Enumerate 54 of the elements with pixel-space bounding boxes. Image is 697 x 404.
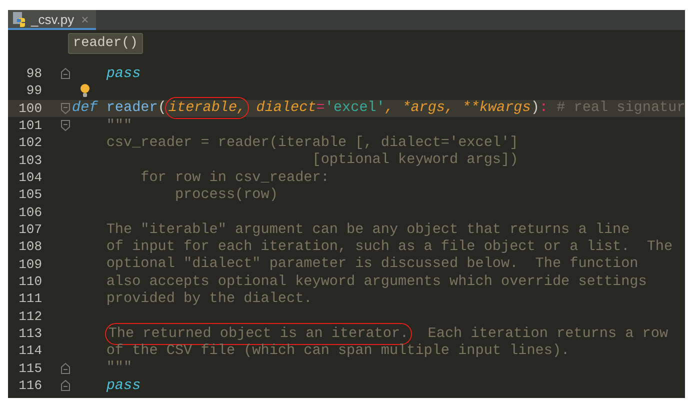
docstring-text: Each iteration returns a row [428,326,668,342]
docstring-text: The "iterable" argument can be any object that returns a line [106,222,630,238]
parameter-text: , *args, **kwargs [384,100,531,116]
fold-icon[interactable] [61,380,70,391]
fold-icon[interactable] [61,102,70,114]
docstring-text: csv_reader = reader(iterable [, dialect='excel'] [106,134,518,151]
docstring-text: provided by the dialect. [106,290,312,307]
lightbulb-icon[interactable] [80,84,90,98]
line-number: 108 [18,239,42,254]
line-number: 112 [18,308,42,324]
operator-text: = [316,100,325,116]
docstring-text: of the CSV file (which can span multiple input lines). [106,342,570,359]
function-name: reader [106,100,158,116]
code-text: ( [158,100,166,116]
line-number: 98 [25,66,42,82]
code-keyword: def [72,100,98,116]
fold-icon[interactable] [61,120,70,131]
docstring-text: process(row) [174,186,278,203]
code-text: ) [530,100,540,116]
docstring-text: for row in csv_reader: [140,170,330,186]
line-number: 111 [18,291,42,306]
operator-text: : [539,100,548,116]
docstring-text: of input for each iteration, such as a file object or a list. The [106,238,673,255]
code-keyword: pass [106,378,141,394]
line-number: 102 [18,135,42,150]
python-file-icon [12,11,28,27]
line-number: 106 [18,204,42,220]
line-number: 110 [18,274,42,290]
circled-code-text: The returned object is an iterator. [108,326,409,342]
line-number: 113 [18,326,42,342]
fold-icon[interactable] [61,68,70,79]
circled-code-text: iterable, [168,100,246,116]
docstring-text: optional "dialect" parameter is discussed below. The function [106,256,638,272]
docstring-text: also accepts optional keyword arguments which override settings [106,274,647,290]
line-number: 100 [18,100,42,116]
docstring-text: """ [106,360,132,376]
line-number: 115 [18,360,42,376]
parameter-text: dialect [256,100,316,116]
fold-icon[interactable] [61,362,70,374]
code-keyword: pass [106,66,141,82]
line-number: 109 [18,256,42,272]
file-tab[interactable]: _csv.py × [8,10,96,30]
docstring-text: [optional keyword args]) [312,152,518,168]
line-number: 116 [18,378,42,394]
line-number: 114 [18,343,42,358]
docstring-text: """ [106,118,132,134]
line-number: 101 [18,118,42,134]
breadcrumb[interactable]: reader() [68,33,143,54]
line-number: 104 [18,170,42,186]
line-number: 107 [18,222,42,238]
line-number: 99 [25,83,42,98]
line-number: 103 [18,152,42,168]
string-literal: 'excel' [324,100,385,116]
line-number: 105 [18,187,42,202]
